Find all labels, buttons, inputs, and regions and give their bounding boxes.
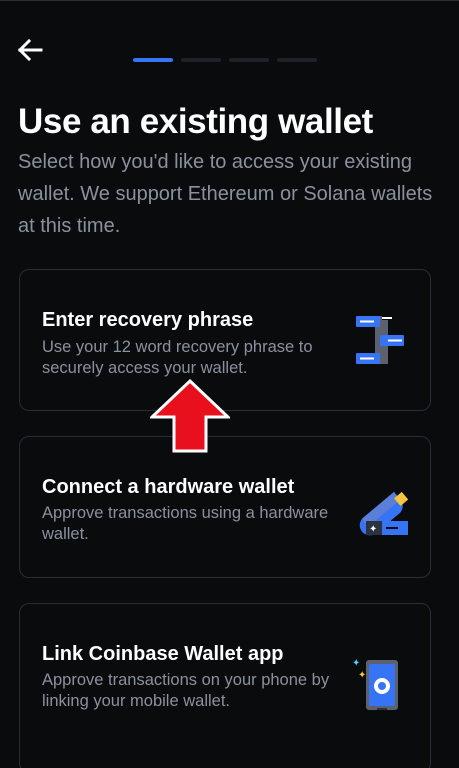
svg-text:✦: ✦ bbox=[352, 658, 360, 669]
page-title: Use an existing wallet bbox=[18, 102, 373, 141]
use-existing-wallet-screen: Use an existing wallet Select how you'd … bbox=[0, 0, 459, 768]
back-button[interactable] bbox=[14, 35, 46, 65]
red-up-arrow-icon bbox=[150, 379, 230, 453]
progress-step-1 bbox=[133, 58, 173, 62]
svg-text:✦: ✦ bbox=[369, 524, 377, 535]
option-title: Enter recovery phrase bbox=[42, 309, 254, 331]
option-description: Use your 12 word recovery phrase to secu… bbox=[42, 338, 313, 377]
option-description: Approve transactions using a hardware wa… bbox=[42, 504, 329, 543]
recovery-phrase-icon bbox=[356, 316, 404, 364]
step-progress-indicator bbox=[133, 58, 317, 62]
page-subtitle: Select how you'd like to access your exi… bbox=[18, 151, 433, 237]
option-title: Link Coinbase Wallet app bbox=[42, 643, 284, 665]
option-description: Approve transactions on your phone by li… bbox=[42, 671, 330, 710]
option-title: Connect a hardware wallet bbox=[42, 476, 295, 498]
hardware-wallet-icon: ✦ bbox=[359, 491, 409, 536]
arrow-left-icon bbox=[17, 39, 43, 61]
option-connect-hardware-wallet[interactable]: Connect a hardware wallet Approve transa… bbox=[19, 436, 431, 578]
progress-step-2 bbox=[181, 58, 221, 62]
option-link-coinbase-wallet-app[interactable]: Link Coinbase Wallet app Approve transac… bbox=[19, 603, 431, 768]
progress-step-4 bbox=[277, 58, 317, 62]
mobile-wallet-icon: ✦ ✦ bbox=[352, 658, 398, 710]
progress-step-3 bbox=[229, 58, 269, 62]
svg-text:✦: ✦ bbox=[358, 670, 366, 681]
